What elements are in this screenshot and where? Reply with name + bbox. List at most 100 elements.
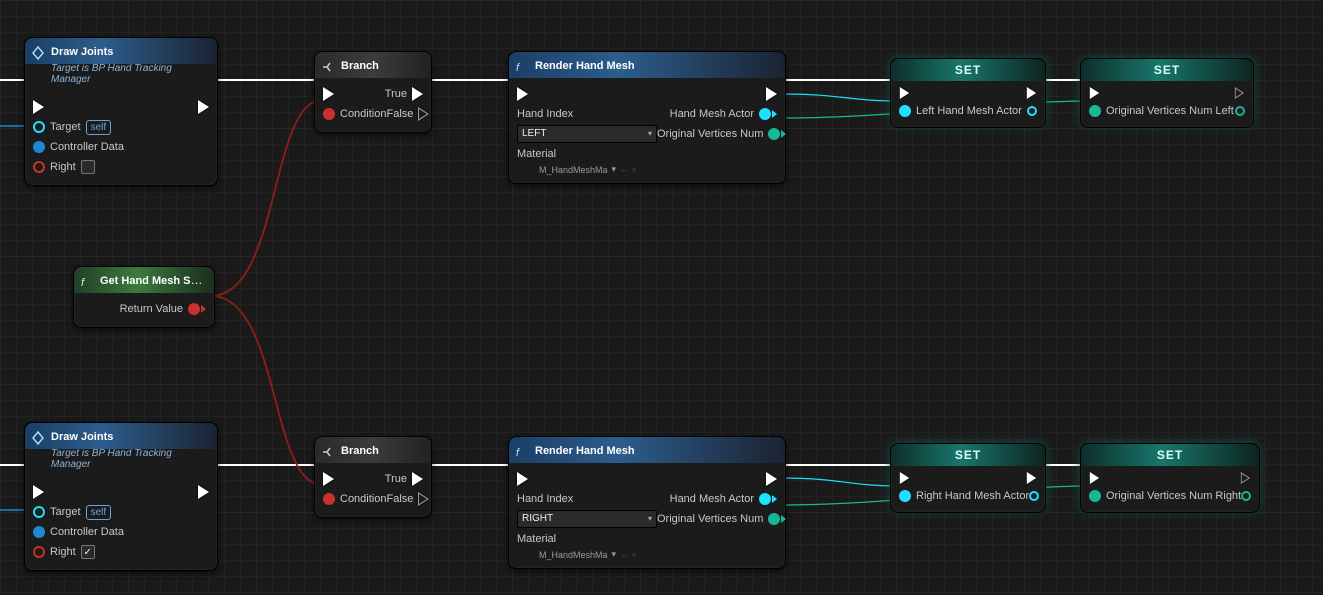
exec-out-pin[interactable] xyxy=(766,472,777,486)
condition-pin[interactable] xyxy=(323,108,335,120)
node-set-right-actor[interactable]: SET Right Hand Mesh Actor xyxy=(890,443,1046,513)
exec-out-pin[interactable] xyxy=(1027,87,1036,99)
actor-out-pin[interactable] xyxy=(759,108,777,120)
val-out-pin[interactable] xyxy=(1029,491,1039,501)
true-exec-pin[interactable] xyxy=(412,87,423,101)
node-set-verts-right[interactable]: SET Original Vertices Num Right xyxy=(1080,443,1260,513)
exec-out-pin[interactable] xyxy=(198,100,209,114)
var-label: Right Hand Mesh Actor xyxy=(916,490,1029,502)
right-checkbox[interactable]: ✓ xyxy=(81,545,95,559)
exec-in-pin[interactable] xyxy=(900,472,909,484)
right-bool-pin[interactable] xyxy=(33,161,45,173)
actor-out-pin[interactable] xyxy=(759,493,777,505)
set-header: SET xyxy=(891,59,1045,81)
node-subtitle: Target is BP Hand Tracking Manager xyxy=(25,62,217,91)
true-exec-pin[interactable] xyxy=(412,472,423,486)
false-label: False xyxy=(386,108,413,120)
condition-pin[interactable] xyxy=(323,493,335,505)
target-pin[interactable] xyxy=(33,506,45,518)
material-asset[interactable]: M_HandMeshMa▾← ⌕ xyxy=(509,549,785,560)
exec-out-pin[interactable] xyxy=(766,87,777,101)
val-out-pin[interactable] xyxy=(1241,491,1251,501)
exec-in-pin[interactable] xyxy=(1090,87,1099,99)
handindex-dropdown[interactable]: RIGHT xyxy=(517,510,657,528)
exec-in-pin[interactable] xyxy=(33,100,44,114)
var-label: Left Hand Mesh Actor xyxy=(916,105,1022,117)
exec-out-pin[interactable] xyxy=(1235,87,1244,99)
material-asset[interactable]: M_HandMeshMa▾← ⌕ xyxy=(509,164,785,175)
condition-label: Condition xyxy=(340,493,386,505)
true-label: True xyxy=(385,88,407,100)
false-exec-pin[interactable] xyxy=(418,107,429,121)
node-header: Branch xyxy=(315,437,431,463)
var-label: Original Vertices Num Left xyxy=(1106,105,1234,117)
val-in-pin[interactable] xyxy=(899,490,911,502)
node-header: Draw Joints xyxy=(25,423,217,449)
node-render-hand-mesh-left[interactable]: f Render Hand Mesh Hand Index Hand Mesh … xyxy=(508,51,786,184)
target-label: Target xyxy=(50,506,81,518)
self-pill: self xyxy=(86,505,112,520)
node-branch-top[interactable]: Branch True Condition False xyxy=(314,51,432,133)
func-icon: f xyxy=(515,442,529,456)
node-get-hand-mesh-status[interactable]: f Get Hand Mesh Status Return Value xyxy=(73,266,215,328)
node-set-left-actor[interactable]: SET Left Hand Mesh Actor xyxy=(890,58,1046,128)
val-in-pin[interactable] xyxy=(899,105,911,117)
svg-text:f: f xyxy=(81,277,85,289)
controller-pin[interactable] xyxy=(33,526,45,538)
self-pill: self xyxy=(86,120,112,135)
right-checkbox[interactable] xyxy=(81,160,95,174)
exec-out-pin[interactable] xyxy=(198,485,209,499)
exec-in-pin[interactable] xyxy=(323,472,334,486)
node-set-verts-left[interactable]: SET Original Vertices Num Left xyxy=(1080,58,1254,128)
handindex-label: Hand Index xyxy=(517,493,573,505)
right-label: Right xyxy=(50,546,76,558)
node-title: Draw Joints xyxy=(51,431,113,443)
exec-in-pin[interactable] xyxy=(323,87,334,101)
exec-in-pin[interactable] xyxy=(900,87,909,99)
node-branch-bottom[interactable]: Branch True Condition False xyxy=(314,436,432,518)
exec-in-pin[interactable] xyxy=(517,472,528,486)
verts-out-pin[interactable] xyxy=(768,513,786,525)
right-bool-pin[interactable] xyxy=(33,546,45,558)
false-exec-pin[interactable] xyxy=(418,492,429,506)
right-label: Right xyxy=(50,161,76,173)
controller-label: Controller Data xyxy=(50,141,124,153)
val-out-pin[interactable] xyxy=(1027,106,1037,116)
val-in-pin[interactable] xyxy=(1089,105,1101,117)
false-label: False xyxy=(386,493,413,505)
target-label: Target xyxy=(50,121,81,133)
true-label: True xyxy=(385,473,407,485)
ret-pin[interactable] xyxy=(188,303,206,315)
controller-pin[interactable] xyxy=(33,141,45,153)
node-title: Render Hand Mesh xyxy=(535,445,635,457)
node-draw-joints-left[interactable]: Draw Joints Target is BP Hand Tracking M… xyxy=(24,37,218,186)
branch-icon xyxy=(321,57,335,71)
node-icon xyxy=(31,43,45,57)
var-label: Original Vertices Num Right xyxy=(1106,490,1241,502)
exec-in-pin[interactable] xyxy=(33,485,44,499)
node-draw-joints-right[interactable]: Draw Joints Target is BP Hand Tracking M… xyxy=(24,422,218,571)
handindex-dropdown[interactable]: LEFT xyxy=(517,125,657,143)
node-title: Branch xyxy=(341,60,379,72)
val-out-pin[interactable] xyxy=(1235,106,1245,116)
ret-label: Return Value xyxy=(120,303,183,315)
exec-in-pin[interactable] xyxy=(517,87,528,101)
target-pin[interactable] xyxy=(33,121,45,133)
exec-in-pin[interactable] xyxy=(1090,472,1099,484)
node-header: f Render Hand Mesh xyxy=(509,437,785,463)
func-icon: f xyxy=(515,57,529,71)
exec-out-pin[interactable] xyxy=(1027,472,1036,484)
material-label: Material xyxy=(517,148,556,160)
node-title: Render Hand Mesh xyxy=(535,60,635,72)
handindex-label: Hand Index xyxy=(517,108,573,120)
condition-label: Condition xyxy=(340,108,386,120)
verts-out-label: Original Vertices Num xyxy=(657,128,763,140)
exec-out-pin[interactable] xyxy=(1241,472,1250,484)
node-render-hand-mesh-right[interactable]: f Render Hand Mesh Hand Index Hand Mesh … xyxy=(508,436,786,569)
actor-out-label: Hand Mesh Actor xyxy=(670,108,754,120)
node-title: Draw Joints xyxy=(51,46,113,58)
svg-text:f: f xyxy=(516,62,520,74)
verts-out-pin[interactable] xyxy=(768,128,786,140)
svg-text:f: f xyxy=(516,447,520,459)
val-in-pin[interactable] xyxy=(1089,490,1101,502)
